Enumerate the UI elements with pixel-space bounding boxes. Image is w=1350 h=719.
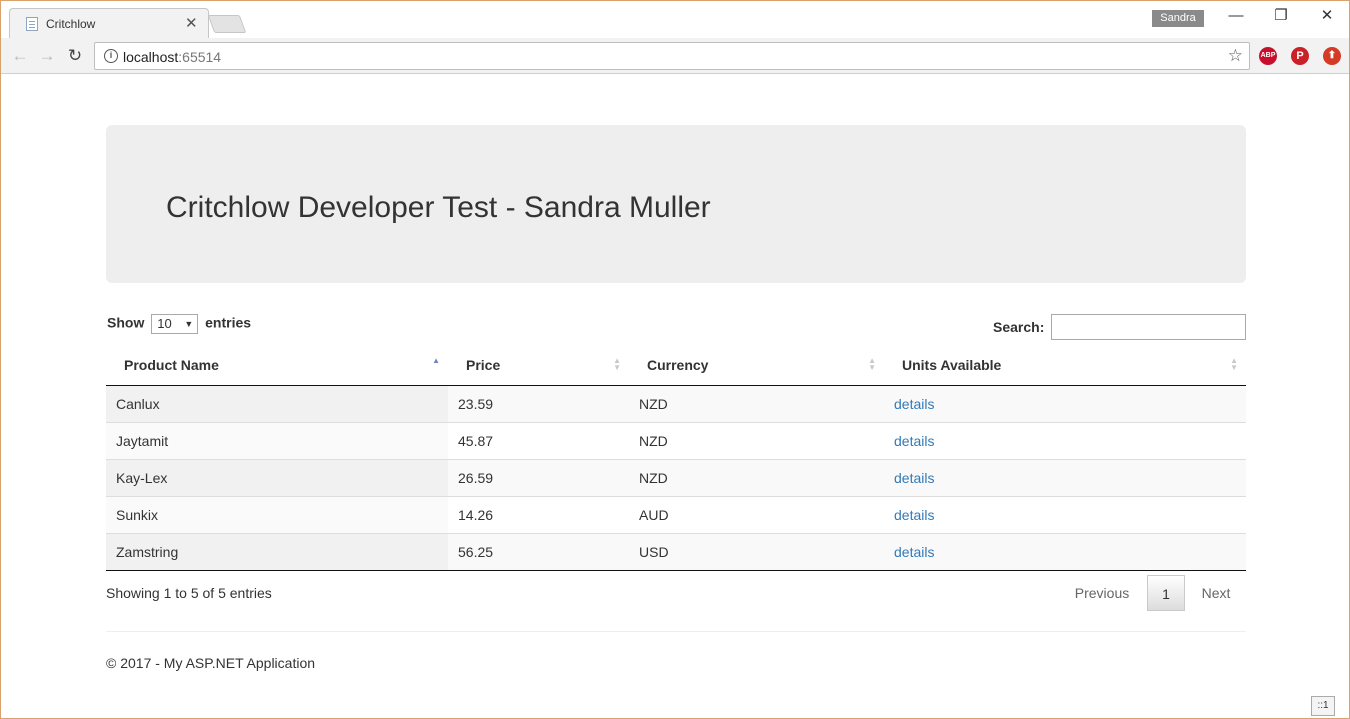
table-row: Zamstring 56.25 USD details <box>106 532 1246 571</box>
forward-button[interactable]: → <box>36 45 58 67</box>
currency-cell: NZD <box>629 421 884 459</box>
product-name-cell: Kay-Lex <box>106 458 448 496</box>
details-link[interactable]: details <box>894 433 934 449</box>
product-name-cell: Jaytamit <box>106 421 448 459</box>
sort-ascending-icon: ▲ <box>432 356 440 365</box>
currency-cell: NZD <box>629 384 884 422</box>
close-tab-icon[interactable]: ✕ <box>185 14 198 32</box>
sort-both-icon: ▲ ▼ <box>613 356 621 372</box>
search-input[interactable] <box>1051 314 1246 340</box>
currency-cell: USD <box>629 532 884 571</box>
column-header-units-available[interactable]: Units Available ▲ ▼ <box>884 346 1246 386</box>
bookmark-star-icon[interactable]: ☆ <box>1228 46 1243 66</box>
chevron-down-icon: ▼ <box>184 319 194 329</box>
details-link[interactable]: details <box>894 544 934 560</box>
adblock-extension-icon[interactable]: ABP <box>1259 47 1277 65</box>
browser-toolbar: ← → ↻ i localhost:65514 ☆ ABP P ⬆ <box>1 38 1349 74</box>
previous-page-button[interactable]: Previous <box>1063 575 1141 611</box>
price-cell: 45.87 <box>448 421 629 459</box>
profile-button[interactable]: Sandra <box>1152 10 1204 27</box>
units-cell: details <box>884 421 1246 459</box>
entries-select-value: 10 <box>157 316 172 331</box>
browser-tab[interactable]: Critchlow ✕ <box>9 8 209 39</box>
column-header-price[interactable]: Price ▲ ▼ <box>448 346 629 386</box>
search-label: Search: <box>993 319 1045 335</box>
reload-button[interactable]: ↻ <box>64 45 86 67</box>
sort-both-icon: ▲ ▼ <box>1230 356 1238 372</box>
tab-title: Critchlow <box>46 17 96 31</box>
price-cell: 26.59 <box>448 458 629 496</box>
table-info-text: Showing 1 to 5 of 5 entries <box>106 585 272 601</box>
entries-length-control: Show 10 ▼ entries <box>107 314 251 334</box>
details-link[interactable]: details <box>894 507 934 523</box>
details-link[interactable]: details <box>894 470 934 486</box>
units-cell: details <box>884 532 1246 571</box>
sort-both-icon: ▲ ▼ <box>868 356 876 372</box>
entries-select[interactable]: 10 ▼ <box>151 314 199 334</box>
product-name-cell: Sunkix <box>106 495 448 533</box>
column-header-label: Currency <box>647 357 709 374</box>
page-favicon-icon <box>26 17 38 31</box>
table-row: Sunkix 14.26 AUD details <box>106 495 1246 533</box>
product-name-cell: Zamstring <box>106 532 448 571</box>
length-label-show: Show <box>107 314 145 331</box>
pinterest-extension-icon[interactable]: P <box>1291 47 1309 65</box>
tab-strip: Critchlow ✕ Sandra — ❐ ✕ <box>1 1 1349 39</box>
column-header-currency[interactable]: Currency ▲ ▼ <box>629 346 884 386</box>
table-row: Jaytamit 45.87 NZD details <box>106 421 1246 459</box>
minimize-button[interactable]: — <box>1221 5 1251 27</box>
restore-button[interactable]: ❐ <box>1266 5 1296 27</box>
table-header-row: Product Name ▲ Price ▲ ▼ Currency ▲ ▼ Units A… <box>106 346 1246 386</box>
info-icon[interactable]: i <box>104 49 118 63</box>
close-window-button[interactable]: ✕ <box>1312 5 1342 27</box>
address-bar[interactable]: i localhost:65514 ☆ <box>94 42 1250 70</box>
table-row: Canlux 23.59 NZD details <box>106 384 1246 422</box>
jumbotron: Critchlow Developer Test - Sandra Muller <box>106 125 1246 283</box>
price-cell: 14.26 <box>448 495 629 533</box>
url-host: localhost <box>123 49 179 65</box>
products-table: Product Name ▲ Price ▲ ▼ Currency ▲ ▼ Units A… <box>106 346 1246 571</box>
column-header-label: Units Available <box>902 357 1002 374</box>
footer-text: © 2017 - My ASP.NET Application <box>106 655 316 671</box>
new-tab-button[interactable] <box>207 15 247 33</box>
page-1-button[interactable]: 1 <box>1147 575 1185 611</box>
page-title: Critchlow Developer Test - Sandra Muller <box>166 191 711 224</box>
browser-window: Critchlow ✕ Sandra — ❐ ✕ ← → ↻ i localho… <box>0 0 1350 719</box>
column-header-product-name[interactable]: Product Name ▲ <box>106 346 448 386</box>
next-page-button[interactable]: Next <box>1191 575 1241 611</box>
url-port: :65514 <box>178 49 222 65</box>
price-cell: 56.25 <box>448 532 629 571</box>
column-header-label: Product Name <box>124 357 219 374</box>
product-name-cell: Canlux <box>106 384 448 422</box>
table-row: Kay-Lex 26.59 NZD details <box>106 458 1246 496</box>
currency-cell: NZD <box>629 458 884 496</box>
back-button[interactable]: ← <box>9 45 31 67</box>
units-cell: details <box>884 495 1246 533</box>
url-text[interactable]: localhost:65514 <box>123 49 221 65</box>
corner-badge[interactable]: ::1 <box>1311 696 1335 716</box>
units-cell: details <box>884 458 1246 496</box>
units-cell: details <box>884 384 1246 422</box>
column-header-label: Price <box>466 357 501 374</box>
price-cell: 23.59 <box>448 384 629 422</box>
upload-extension-icon[interactable]: ⬆ <box>1323 47 1341 65</box>
details-link[interactable]: details <box>894 396 934 412</box>
currency-cell: AUD <box>629 495 884 533</box>
footer-divider <box>106 631 1246 632</box>
length-label-entries: entries <box>205 314 252 331</box>
